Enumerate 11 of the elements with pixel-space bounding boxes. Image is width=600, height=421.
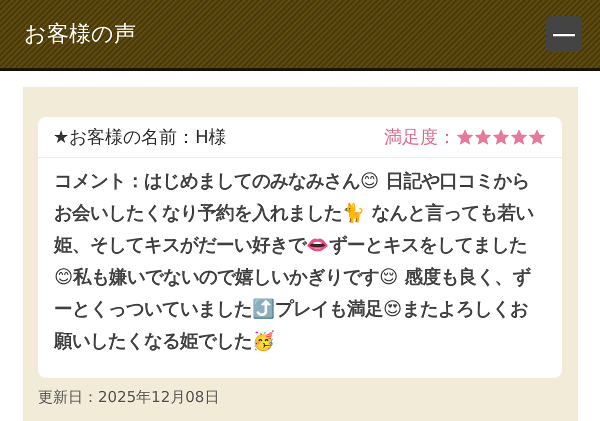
star-icon [528,128,546,146]
page-title: お客様の声 [24,21,136,49]
customer-name: ★お客様の名前：H様 [53,126,227,149]
star-icon [474,128,492,146]
updated-date: 更新日：2025年12月08日 [38,387,220,408]
menu-button[interactable]: — [546,16,582,52]
star-icon [510,128,528,146]
rating-label: 満足度： [384,126,456,149]
comment-text: コメント：はじめましてのみなみさん😊 日記や口コミからお会いしたくなり予約を入れました🐈 なんと言っても若い姫、そしてキスがだーい好きで👄ずーとキスをしてました😊私も嫌いでないので嬉しいかぎりです😌 感度も良く、ずーとくっついていました⤴プレイも満足😍またよろしくお願いしたくなる姫でした🥳 [52,170,534,354]
star-icon [492,128,510,146]
star-icon [456,128,474,146]
